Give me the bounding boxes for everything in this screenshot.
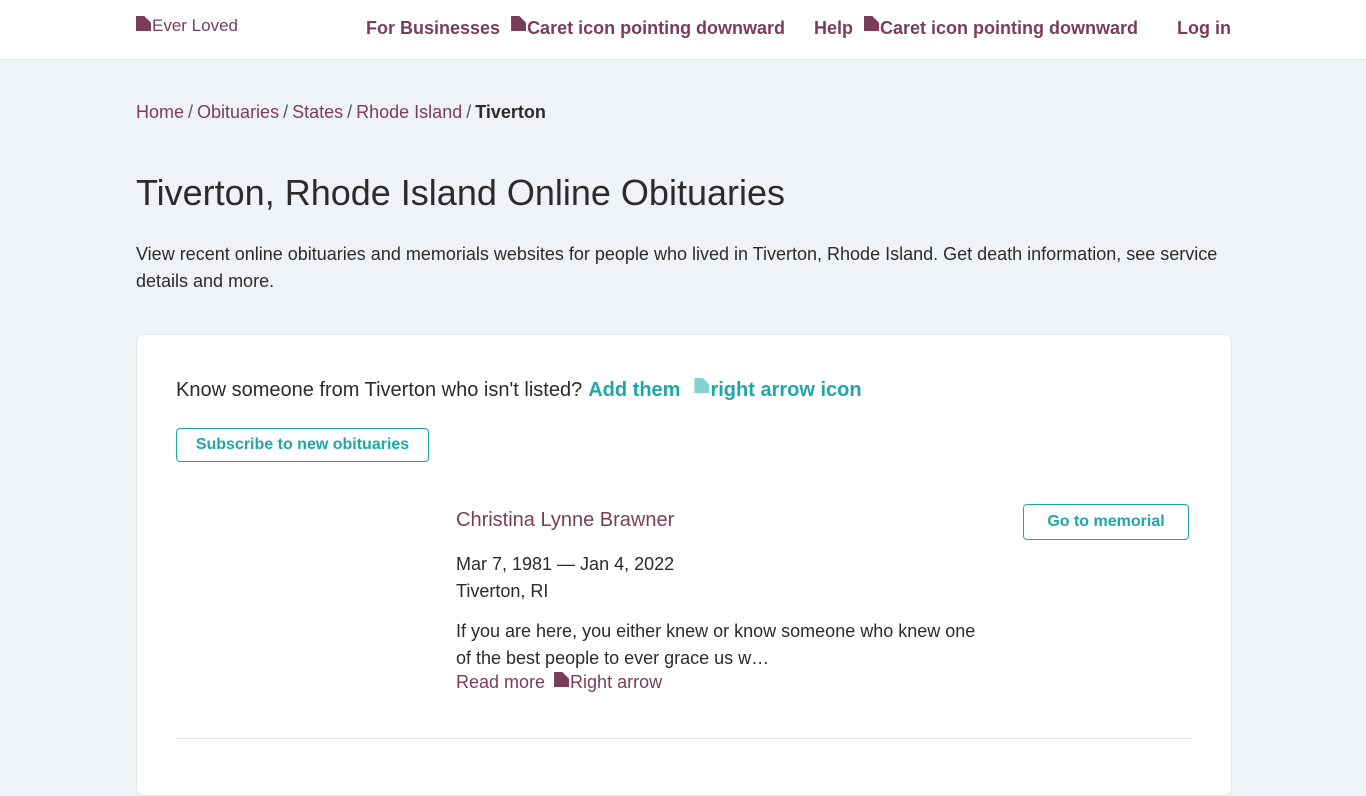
nav-for-businesses-label: For Businesses [366, 18, 501, 38]
breadcrumb-separator: / [347, 102, 353, 122]
add-them-arrow[interactable]: right arrow icon [694, 378, 862, 402]
right-arrow-icon [694, 378, 710, 393]
right-arrow-alt-text: right arrow icon [710, 379, 862, 401]
obituary-name-link[interactable]: Christina Lynne Brawner [456, 509, 674, 532]
add-them-link[interactable]: Add them [588, 379, 680, 402]
right-arrow-icon [554, 672, 570, 687]
subscribe-button[interactable]: Subscribe to new obituaries [176, 428, 429, 462]
breadcrumb-rhode-island[interactable]: Rhode Island [356, 102, 462, 122]
add-person-prompt-text: Know someone from Tiverton who isn't lis… [176, 379, 583, 401]
logo-alt-text: Ever Loved [152, 16, 238, 35]
caret-down-icon [864, 16, 880, 31]
breadcrumb-current: Tiverton [475, 102, 546, 122]
broken-image-icon [136, 16, 151, 31]
obituaries-card: Know someone from Tiverton who isn't lis… [136, 334, 1232, 796]
page-intro: View recent online obituaries and memori… [136, 244, 1218, 291]
right-arrow-alt-text: Right arrow [570, 672, 663, 692]
entry-divider [176, 738, 1192, 739]
nav-for-businesses[interactable]: For Businesses Caret icon pointing downw… [366, 16, 786, 39]
breadcrumb-states[interactable]: States [292, 102, 343, 122]
add-person-prompt: Know someone from Tiverton who isn't lis… [176, 378, 862, 402]
read-more-link[interactable]: Read more Right arrow [456, 672, 662, 693]
page-title: Tiverton, Rhode Island Online Obituaries [136, 172, 786, 213]
caret-alt-text: Caret icon pointing downward [527, 18, 786, 38]
breadcrumb-separator: / [466, 102, 472, 122]
go-to-memorial-button[interactable]: Go to memorial [1023, 504, 1189, 540]
read-more-label: Read more [456, 672, 546, 692]
ever-loved-logo[interactable]: Ever Loved [136, 16, 238, 36]
nav-help[interactable]: Help Caret icon pointing downward [814, 16, 1139, 39]
top-navigation-bar: Ever Loved For Businesses Caret icon poi… [0, 0, 1366, 60]
caret-down-icon [511, 16, 527, 31]
obituary-location: Tiverton, RI [456, 581, 549, 601]
breadcrumb: Home / Obituaries / States / Rhode Island / Tive… [136, 102, 546, 123]
obituary-dates: Mar 7, 1981 — Jan 4, 2022 [456, 554, 675, 574]
nav-help-label: Help [814, 18, 854, 38]
breadcrumb-separator: / [188, 102, 194, 122]
obituary-snippet: If you are here, you either knew or know… [456, 621, 976, 668]
breadcrumb-obituaries[interactable]: Obituaries [197, 102, 279, 122]
breadcrumb-home[interactable]: Home [136, 102, 184, 122]
caret-alt-text: Caret icon pointing downward [880, 18, 1139, 38]
breadcrumb-separator: / [283, 102, 289, 122]
login-link[interactable]: Log in [1177, 18, 1231, 39]
